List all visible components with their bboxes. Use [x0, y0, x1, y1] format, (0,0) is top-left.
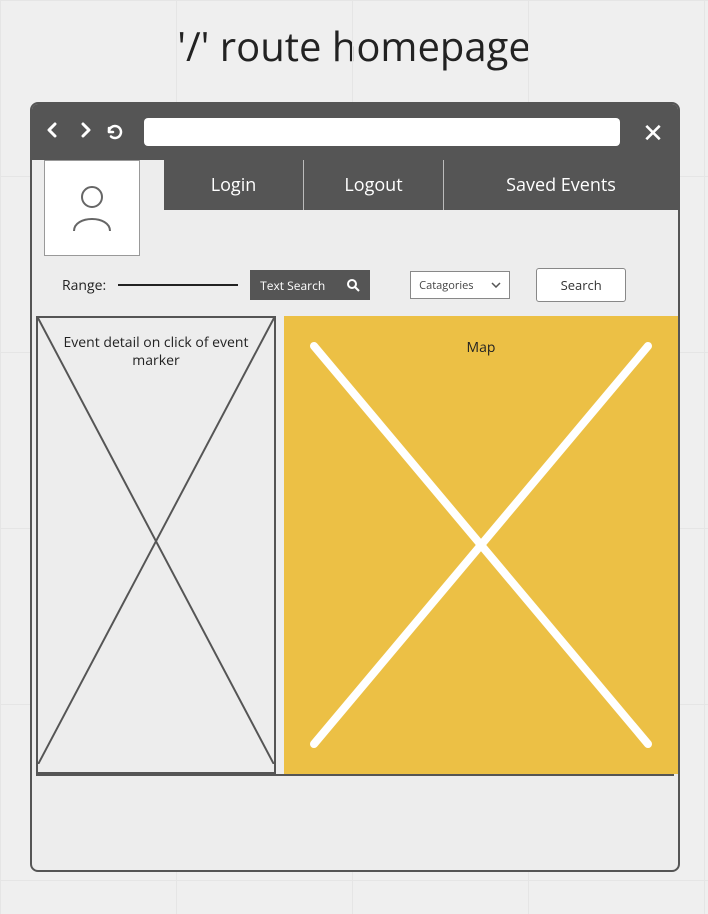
categories-label: Catagories [419, 278, 473, 293]
page-title: '/' route homepage [0, 0, 708, 73]
placeholder-x-icon [284, 316, 678, 774]
close-icon[interactable]: ✕ [638, 114, 668, 150]
browser-toolbar: ✕ [32, 104, 678, 160]
search-icon [346, 278, 360, 292]
saved-events-tab[interactable]: Saved Events [444, 160, 678, 210]
back-arrow-icon[interactable] [42, 120, 64, 144]
main-row: Event detail on click of event marker Ma… [32, 316, 678, 774]
refresh-icon[interactable] [106, 123, 128, 141]
range-label: Range: [62, 276, 106, 295]
forward-arrow-icon[interactable] [74, 120, 96, 144]
text-search-input[interactable]: Text Search [250, 270, 370, 300]
placeholder-x-icon [38, 318, 274, 764]
url-input[interactable] [144, 118, 620, 146]
event-detail-label: Event detail on click of event marker [38, 334, 274, 370]
avatar[interactable] [44, 160, 140, 256]
login-tab[interactable]: Login [164, 160, 304, 210]
bottom-panel [36, 774, 674, 858]
text-search-label: Text Search [260, 277, 325, 294]
map-label: Map [284, 338, 678, 357]
event-detail-panel: Event detail on click of event marker [36, 316, 276, 774]
logout-tab[interactable]: Logout [304, 160, 444, 210]
categories-select[interactable]: Catagories [410, 271, 510, 299]
search-button[interactable]: Search [536, 268, 626, 302]
browser-wireframe: ✕ Login Logout Saved Events Range: Text … [30, 102, 680, 872]
user-icon [70, 183, 114, 233]
nav-tabs: Login Logout Saved Events [164, 160, 678, 210]
header-row: Login Logout Saved Events [32, 160, 678, 256]
controls-row: Range: Text Search Catagories Search [32, 256, 678, 316]
chevron-down-icon [491, 282, 501, 288]
range-slider[interactable] [118, 284, 238, 286]
map-panel[interactable]: Map [284, 316, 678, 774]
